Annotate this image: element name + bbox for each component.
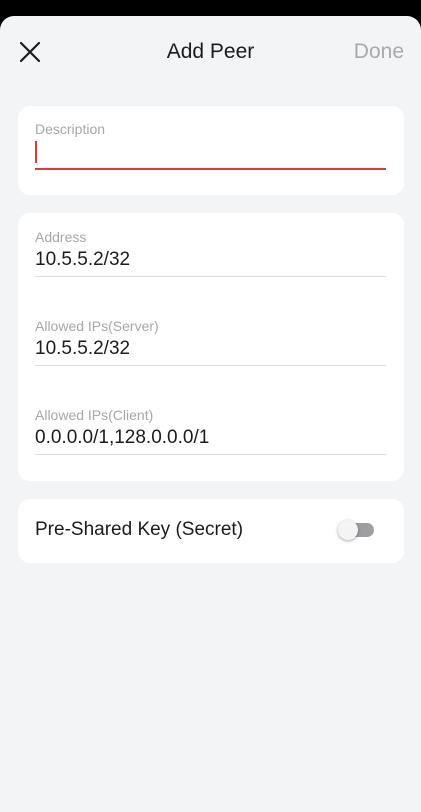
allowed-ips-server-input[interactable]: 10.5.5.2/32: [35, 337, 386, 361]
description-label: Description: [35, 121, 106, 137]
header: Add Peer Done: [0, 16, 421, 88]
psk-label: Pre-Shared Key (Secret): [35, 519, 244, 540]
description-input[interactable]: [35, 140, 386, 164]
network-card: Address 10.5.5.2/32 Allowed IPs(Server) …: [18, 213, 404, 481]
psk-card: Pre-Shared Key (Secret): [18, 499, 404, 563]
allowed-ips-server-label: Allowed IPs(Server): [35, 318, 159, 334]
add-peer-sheet: Add Peer Done Description Address 10.5.5…: [0, 16, 421, 812]
allowed-ips-client-field[interactable]: Allowed IPs(Client) 0.0.0.0/1,128.0.0.0/…: [35, 407, 386, 455]
allowed-ips-server-field[interactable]: Allowed IPs(Server) 10.5.5.2/32: [35, 318, 386, 366]
done-button[interactable]: Done: [354, 40, 404, 64]
description-field[interactable]: Description: [35, 121, 386, 170]
address-input[interactable]: 10.5.5.2/32: [35, 248, 386, 272]
description-card: Description: [18, 106, 404, 195]
allowed-ips-client-underline: [35, 454, 386, 455]
address-field[interactable]: Address 10.5.5.2/32: [35, 229, 386, 277]
allowed-ips-server-underline: [35, 365, 386, 366]
psk-toggle[interactable]: [338, 520, 374, 540]
text-cursor: [35, 141, 37, 164]
address-underline: [35, 276, 386, 277]
description-underline: [35, 168, 386, 170]
allowed-ips-client-input[interactable]: 0.0.0.0/1,128.0.0.0/1: [35, 426, 386, 450]
address-label: Address: [35, 229, 87, 245]
allowed-ips-client-label: Allowed IPs(Client): [35, 407, 154, 423]
toggle-thumb: [338, 520, 358, 540]
